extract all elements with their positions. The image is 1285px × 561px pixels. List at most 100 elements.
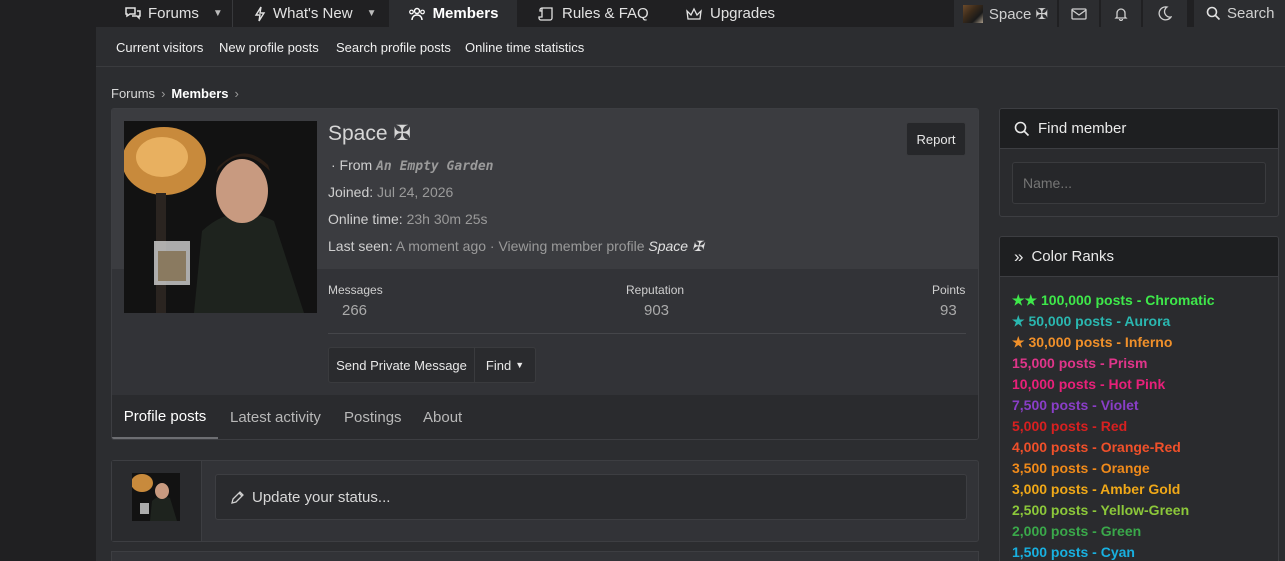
nav-members[interactable]: Members [389,0,517,27]
profile-action-buttons: Send Private Message Find ▼ [328,347,536,383]
color-rank-item: ★ 30,000 posts - Inferno [1012,334,1173,350]
color-rank-item: 3,000 posts - Amber Gold [1012,481,1181,497]
tab-latest-activity[interactable]: Latest activity [230,395,321,439]
account-username: Space ✠ [988,5,1049,23]
alerts-button[interactable] [1101,0,1141,27]
users-icon [408,7,425,20]
moon-icon [1158,6,1172,21]
profile-last-seen: Last seen: A moment ago · Viewing member… [328,238,704,255]
nav-divider [232,0,233,27]
status-input[interactable]: Update your status... [215,474,967,520]
stat-reputation-label: Reputation [626,283,685,297]
tab-about[interactable]: About [423,395,462,439]
bell-icon [1114,8,1128,21]
profile-joined: Joined: Jul 24, 2026 [328,184,453,200]
profile-username: Space ✠ [328,122,411,145]
last-seen-target[interactable]: Space ✠ [648,238,703,254]
nav-upgrades[interactable]: Upgrades [685,0,775,27]
status-avatar-column [112,461,202,541]
nav-forums-label: Forums [148,5,199,22]
color-rank-item: 4,000 posts - Orange-Red [1012,439,1181,455]
online-label: Online time: [328,211,403,227]
chevron-down-icon[interactable]: ▼ [367,8,377,19]
color-rank-item: 1,500 posts - Cyan [1012,544,1135,560]
location-label: · From [331,157,373,173]
stat-points-label: Points [932,283,966,297]
color-rank-item: ★ 50,000 posts - Aurora [1012,313,1171,329]
search-icon [1206,6,1221,21]
breadcrumb-forums[interactable]: Forums [111,86,155,101]
comments-icon [125,7,141,20]
search-label: Search [1227,5,1275,22]
breadcrumb-members[interactable]: Members [171,86,228,101]
tab-postings[interactable]: Postings [344,395,402,439]
color-rank-item: 2,500 posts - Yellow-Green [1012,502,1190,518]
account-menu[interactable]: Space ✠ [954,0,1057,27]
subnav-new-profile-posts[interactable]: New profile posts [219,40,319,55]
find-button[interactable]: Find ▼ [475,348,535,382]
divider [328,333,966,334]
search-button[interactable]: Search [1194,0,1285,27]
profile-tabs: Profile posts Latest activity Postings A… [112,395,978,439]
joined-value: Jul 24, 2026 [377,184,454,200]
color-ranks-title: Color Ranks [1031,248,1114,265]
page-wrapper: Forums ▼ What's New ▼ Members Rules & FA… [96,0,1285,561]
subnav-online-time-statistics[interactable]: Online time statistics [465,40,584,55]
avatar[interactable] [132,473,180,521]
bolt-icon [254,6,266,21]
color-rank-item: ★★ 100,000 posts - Chromatic [1012,292,1215,308]
location-value[interactable]: An Empty Garden [376,159,493,174]
stat-reputation-value: 903 [644,302,670,319]
nav-whats-new-label: What's New [273,5,353,22]
stat-messages-label: Messages [328,283,383,297]
color-ranks-header: » Color Ranks [1000,237,1278,277]
find-member-widget: Find member [999,108,1279,217]
color-rank-item: 5,000 posts - Red [1012,418,1128,434]
tab-profile-posts[interactable]: Profile posts [112,395,218,439]
find-member-title: Find member [1038,120,1127,137]
stat-messages-value[interactable]: 266 [342,302,367,319]
nav-members-label: Members [432,5,499,22]
last-seen-value: A moment ago · Viewing member profile [395,238,645,254]
send-private-message-button[interactable]: Send Private Message [329,348,475,382]
member-name-input[interactable] [1012,162,1266,204]
online-value: 23h 30m 25s [406,211,488,227]
status-placeholder: Update your status... [252,488,391,506]
report-button[interactable]: Report [906,122,966,156]
find-label: Find [485,357,512,373]
theme-toggle[interactable] [1143,0,1187,27]
color-rank-item: 10,000 posts - Hot Pink [1012,376,1166,392]
nav-rules-label: Rules & FAQ [562,5,649,22]
nav-forums[interactable]: Forums ▼ [124,0,223,27]
nav-upgrades-label: Upgrades [710,5,776,22]
profile-location: · From An Empty Garden [328,157,494,174]
stat-points-value: 93 [940,302,957,319]
color-rank-item: 3,500 posts - Orange [1012,460,1150,476]
breadcrumb: Forums › Members › [111,86,245,101]
subnav-current-visitors[interactable]: Current visitors [116,40,203,55]
avatar-image [124,121,317,313]
nav-whats-new[interactable]: What's New ▼ [254,0,376,27]
chevron-right-icon: › [161,86,166,101]
avatar-image [132,473,180,521]
chevron-right-icon: › [234,86,239,101]
pencil-icon [231,490,244,504]
find-member-header: Find member [1000,109,1278,149]
color-ranks-widget: » Color Ranks ★★ 100,000 posts - Chromat… [999,236,1279,561]
color-rank-item: 7,500 posts - Violet [1012,397,1139,413]
status-update-box: Update your status... [111,460,979,542]
subnav-search-profile-posts[interactable]: Search profile posts [336,40,451,55]
chevron-down-icon: ▼ [515,360,525,370]
chevron-down-icon[interactable]: ▼ [213,8,223,19]
page-gutter-left [0,0,96,561]
color-rank-item: 15,000 posts - Prism [1012,355,1148,371]
sub-navigation: Current visitors New profile posts Searc… [96,27,1285,67]
avatar[interactable] [124,121,317,313]
nav-rules-faq[interactable]: Rules & FAQ [538,0,649,27]
color-rank-item: 2,000 posts - Green [1012,523,1142,539]
profile-post-item [111,551,979,561]
inbox-button[interactable] [1059,0,1099,27]
profile-online-time: Online time: 23h 30m 25s [328,211,488,227]
joined-label: Joined: [328,184,374,200]
double-chevron-right-icon: » [1014,246,1024,266]
